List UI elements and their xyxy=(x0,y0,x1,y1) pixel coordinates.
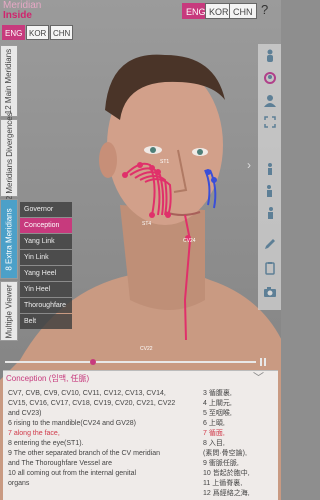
right-toolbar xyxy=(258,44,281,310)
meridian-item-yin-heel[interactable]: Yin Heel xyxy=(20,282,72,297)
meridian-info-panel: Conception (임맥, 任脈) ﹀ CV7, CVB, CV9, CV1… xyxy=(3,370,278,500)
chevron-down-icon[interactable]: ﹀ xyxy=(253,369,264,385)
en-line: 7 along the face, xyxy=(8,430,60,437)
tab-12-meridians-divergences[interactable]: 12 Meridians Divergences xyxy=(0,112,18,204)
meridian-item-belt[interactable]: Belt xyxy=(20,314,72,329)
en-line: and The Thoroughfare Vessel are xyxy=(8,460,113,467)
en-line: 10 all coming out from the internal geni… xyxy=(8,470,137,477)
meridian-item-yang-heel[interactable]: Yang Heel xyxy=(20,266,72,281)
en-line: organs xyxy=(8,480,30,487)
app-logo: Meridian Inside xyxy=(3,1,41,21)
cn-line: 5 至咽喉, xyxy=(203,410,232,417)
person-body-icon[interactable] xyxy=(260,46,279,65)
tab-8-extra-meridians-label: 8 Extra Meridians xyxy=(4,207,14,271)
tab-12-main-meridians[interactable]: 12 Main Meridians xyxy=(0,45,18,117)
cn-line: 9 衝脈任脈, xyxy=(203,460,239,467)
front-figure-icon[interactable] xyxy=(260,159,279,178)
pause-icon xyxy=(260,358,262,366)
help-button[interactable]: ? xyxy=(261,2,268,17)
timeline-slider[interactable] xyxy=(0,355,281,366)
cn-line: 4 上關元, xyxy=(203,400,232,407)
panel-lang-kor-button[interactable]: KOR xyxy=(26,25,50,40)
en-line: and CV23) xyxy=(8,410,42,417)
tab-12-main-meridians-label: 12 Main Meridians xyxy=(4,48,14,114)
meridian-item-yang-link[interactable]: Yang Link xyxy=(20,234,72,249)
cn-line: 12 爲經絡之海, xyxy=(203,490,250,497)
shoulder-view-icon[interactable] xyxy=(260,90,279,109)
st4-label: ST4 xyxy=(142,221,151,227)
en-line: 9 The other separated branch of the CV m… xyxy=(8,450,161,457)
tab-12-meridians-divergences-label: 12 Meridians Divergences xyxy=(4,111,14,205)
panel-chinese-text: 3 循腹裏, 4 上關元, 5 至咽喉, 6 上頤, 7 循面, 8 入目, (… xyxy=(203,389,273,499)
en-line: CV7, CVB, CV9, CV10, CV11, CV12, CV13, C… xyxy=(8,390,166,397)
pencil-icon[interactable] xyxy=(260,234,279,253)
tab-8-extra-meridians[interactable]: 8 Extra Meridians xyxy=(0,199,18,279)
panel-lang-eng-button[interactable]: ENG xyxy=(2,25,26,40)
expand-view-icon[interactable] xyxy=(260,112,279,131)
cv22-label: CV22 xyxy=(140,346,153,352)
top-bar: Meridian Inside ENG KOR CHN ? xyxy=(0,0,281,22)
panel-lang-chn-button[interactable]: CHN xyxy=(50,25,74,40)
cn-line: 8 入目, xyxy=(203,440,225,447)
panel-title: Conception (임맥, 任脈) xyxy=(6,374,90,383)
meridian-item-yin-link[interactable]: Yin Link xyxy=(20,250,72,265)
meridian-item-thoroughfare[interactable]: Thoroughfare xyxy=(20,298,72,313)
person-head-icon[interactable] xyxy=(260,68,279,87)
side-figure-icon[interactable] xyxy=(260,181,279,200)
cn-line: 10 皆起於胞中, xyxy=(203,470,250,477)
panel-english-text: CV7, CVB, CV9, CV10, CV11, CV12, CV13, C… xyxy=(8,389,198,489)
top-lang-chn-button[interactable]: CHN xyxy=(229,3,257,19)
cn-line: 3 循腹裏, xyxy=(203,390,232,397)
camera-icon[interactable] xyxy=(260,282,279,301)
en-line: 8 entering the eye(ST1). xyxy=(8,440,84,447)
tab-multiple-viewer-label: Multiple Viewer xyxy=(4,283,14,339)
en-line: 6 rising to the mandible(CV24 and GV28) xyxy=(8,420,137,427)
meridian-item-conception[interactable]: Conception xyxy=(20,218,72,233)
logo-line2: Inside xyxy=(3,10,32,21)
cn-line: 7 循面, xyxy=(203,430,225,437)
ear-shape xyxy=(99,142,117,178)
cn-line: 11 上循脊裏, xyxy=(203,480,243,487)
clipboard-icon[interactable] xyxy=(260,258,279,277)
back-figure-icon[interactable] xyxy=(260,203,279,222)
tab-multiple-viewer[interactable]: Multiple Viewer xyxy=(0,281,18,341)
cn-line: 6 上頤, xyxy=(203,420,225,427)
cn-line: (素問·骨空論), xyxy=(203,450,247,457)
en-line: CV15, CV16, CV17, CV18, CV19, CV20, CV21… xyxy=(8,400,176,407)
timeline-handle xyxy=(90,359,96,365)
chevron-right-icon[interactable]: › xyxy=(247,158,251,172)
st1-label: ST1 xyxy=(160,159,169,165)
cv24-label: CV24 xyxy=(183,238,196,244)
meridian-list: Governor Conception Yang Link Yin Link Y… xyxy=(20,202,72,330)
meridian-item-governor[interactable]: Governor xyxy=(20,202,72,217)
